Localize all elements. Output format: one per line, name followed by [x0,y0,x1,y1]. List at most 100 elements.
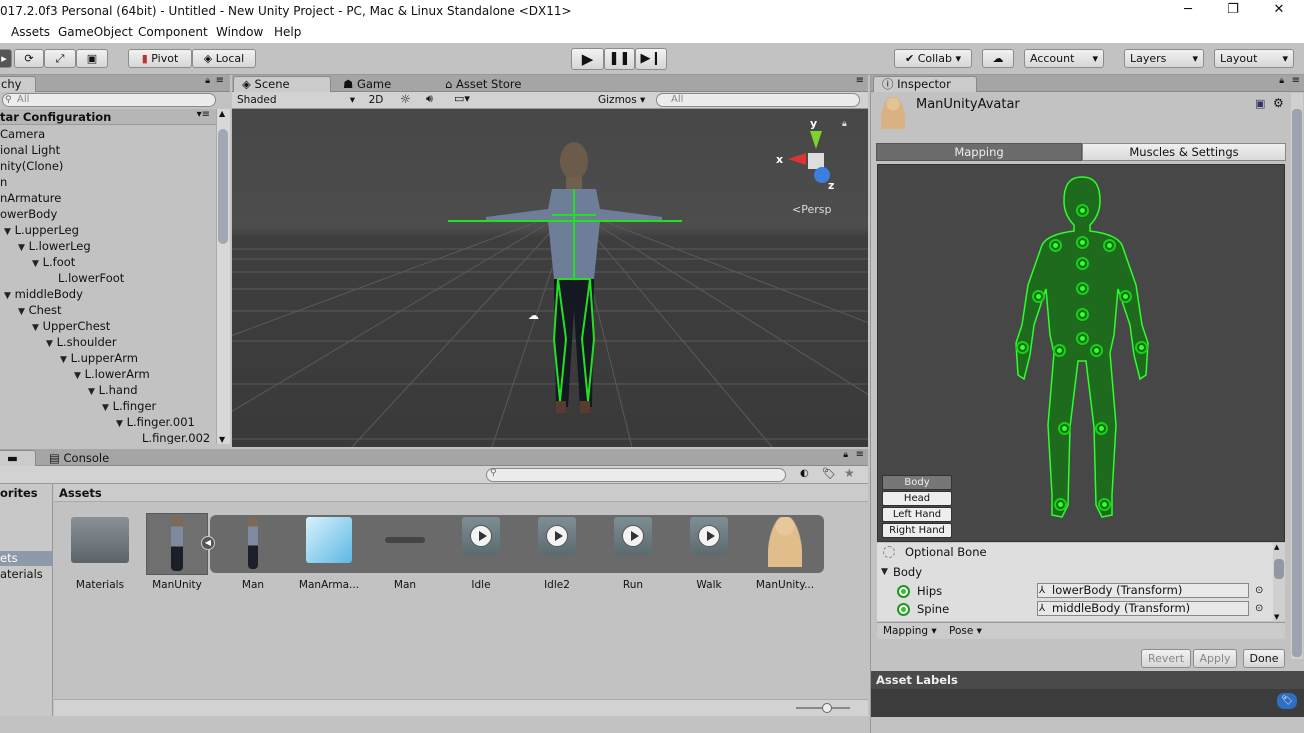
asset-man-model[interactable]: Man [216,517,290,591]
filter-label-icon[interactable]: 🏷︎ [822,467,836,480]
project-search-input[interactable] [486,468,786,482]
joint-right-upper-leg[interactable] [1090,344,1103,357]
fav-item-assets[interactable]: ets [0,551,52,566]
rotate-tool-button[interactable]: ⟳ [14,49,44,68]
mapping-dropdown[interactable]: Mapping ▾ [883,624,937,639]
joint-hips[interactable] [1076,332,1089,345]
step-button[interactable]: ▶❙ [635,48,667,70]
menu-icon[interactable]: ≡ [1292,75,1300,86]
expand-arrow-icon[interactable]: ▼ [4,227,11,237]
close-button[interactable]: ✕ [1264,2,1294,17]
hierarchy-item[interactable]: nity(Clone) [0,158,63,174]
local-toggle[interactable]: ◈ Local [192,49,256,68]
collapse-arrow-icon[interactable]: ◀ [201,536,215,550]
cloud-button[interactable]: ☁ [982,49,1014,68]
menu-assets[interactable]: Assets [11,25,50,39]
hierarchy-item[interactable]: owerBody [0,206,57,222]
y-axis-cone[interactable] [810,131,822,149]
expand-arrow-icon[interactable]: ▼ [32,259,39,269]
projection-label[interactable]: <Persp [792,203,831,216]
asset-idle2[interactable]: Idle2 [520,517,594,591]
play-button[interactable]: ▶ [571,48,604,70]
row-menu-icon[interactable]: ▾≡ [197,109,210,120]
pose-dropdown[interactable]: Pose ▾ [949,624,982,639]
expand-arrow-icon[interactable]: ▼ [74,371,81,381]
asset-manunity[interactable]: ManUnity [140,517,214,591]
hierarchy-item[interactable]: ▼ middleBody [0,286,83,302]
maximize-button[interactable]: ❐ [1218,2,1248,17]
size-slider-thumb[interactable] [822,703,832,713]
hierarchy-item[interactable]: ▼ L.finger.001 [0,414,195,430]
expand-arrow-icon[interactable]: ▼ [46,339,53,349]
effects-toggle-icon[interactable]: ▭▾ [454,92,470,105]
scale-tool-button[interactable]: ⤢ [44,49,76,68]
inspector-scrollbar[interactable] [1291,93,1303,659]
audio-toggle-icon[interactable]: 🔊︎ [426,92,433,106]
tab-asset-store[interactable]: ⌂ Asset Store [436,76,530,92]
account-dropdown[interactable]: Account ▾ [1024,49,1104,68]
filter-type-icon[interactable]: ◐ [800,468,809,479]
tab-scene[interactable]: ◈ Scene [233,76,331,92]
view-head-button[interactable]: Head [882,491,952,506]
view-right-hand-button[interactable]: Right Hand [882,523,952,538]
hierarchy-item[interactable]: ▼ Chest [0,302,61,318]
hierarchy-item[interactable]: ▼ L.foot [0,254,75,270]
expand-arrow-icon[interactable]: ▼ [18,243,25,253]
gizmos-dropdown[interactable]: Gizmos ▾ [598,93,645,108]
scroll-up-icon[interactable]: ▲ [219,109,225,118]
shading-mode-dropdown[interactable]: Shaded ▾ [237,93,357,108]
object-picker-icon[interactable]: ⊙ [1255,600,1263,618]
hierarchy-item[interactable]: ▼ L.finger [0,398,156,414]
tab-muscles-settings[interactable]: Muscles & Settings [1082,143,1286,161]
breadcrumb-assets[interactable]: Assets [59,486,102,500]
scroll-up-icon[interactable]: ▲ [1274,543,1279,551]
joint-right-lower-leg[interactable] [1095,422,1108,435]
lighting-toggle-icon[interactable]: ☼ [400,92,411,106]
hierarchy-scrollbar[interactable]: ▲ ▼ [216,109,230,444]
hierarchy-search-input[interactable]: All [2,93,216,107]
hierarchy-item[interactable]: ional Light [0,142,60,158]
expand-arrow-icon[interactable]: ▼ [18,307,25,317]
view-left-hand-button[interactable]: Left Hand [882,507,952,522]
lock-icon[interactable]: 🔒︎ [205,76,210,86]
tab-game[interactable]: ☗ Game [334,76,400,92]
joint-chest[interactable] [1076,282,1089,295]
asset-run[interactable]: Run [596,517,670,591]
joint-head[interactable] [1076,204,1089,217]
joint-left-upper-leg[interactable] [1053,344,1066,357]
joint-left-lower-leg[interactable] [1058,422,1071,435]
tab-mapping[interactable]: Mapping [876,143,1082,161]
lock-icon[interactable]: 🔒︎ [843,450,848,460]
tab-inspector[interactable]: ⓘ Inspector [873,76,977,92]
joint-left-shoulder[interactable] [1049,239,1062,252]
tab-project[interactable]: ▬ [0,450,36,466]
joint-left-foot[interactable] [1054,498,1067,511]
view-body-button[interactable]: Body [882,475,952,490]
help-icon[interactable]: ▣ [1255,97,1265,110]
asset-manunityavatar[interactable]: ManUnity... [748,517,822,591]
pause-button[interactable]: ❚❚ [604,48,635,70]
scrollbar-thumb[interactable] [1274,559,1284,579]
apply-button[interactable]: Apply [1193,649,1237,668]
hierarchy-item[interactable]: L.finger.002 [0,430,210,444]
joint-right-foot[interactable] [1098,498,1111,511]
asset-materials[interactable]: Materials [63,517,137,591]
layers-dropdown[interactable]: Layers ▾ [1124,49,1204,68]
collab-dropdown[interactable]: ✔ Collab ▾ [894,49,972,68]
hierarchy-item[interactable]: ▼ UpperChest [0,318,110,334]
body-group-foldout[interactable]: ▼ Body [877,563,1273,581]
expand-arrow-icon[interactable]: ▼ [4,291,11,301]
hierarchy-item[interactable]: ▼ L.lowerArm [0,366,150,382]
expand-arrow-icon[interactable]: ▼ [60,355,67,365]
menu-gameobject[interactable]: GameObject [58,25,133,39]
asset-walk[interactable]: Walk [672,517,746,591]
hierarchy-item[interactable]: ▼ L.shoulder [0,334,117,350]
joint-right-shoulder[interactable] [1103,239,1116,252]
menu-icon[interactable]: ≡ [856,75,864,86]
2d-toggle[interactable]: 2D [364,93,388,108]
hierarchy-item[interactable]: n [0,174,7,190]
layout-dropdown[interactable]: Layout ▾ [1214,49,1294,68]
joint-spine[interactable] [1076,308,1089,321]
object-picker-icon[interactable]: ⊙ [1255,582,1263,600]
menu-icon[interactable]: ≡ [856,449,864,460]
